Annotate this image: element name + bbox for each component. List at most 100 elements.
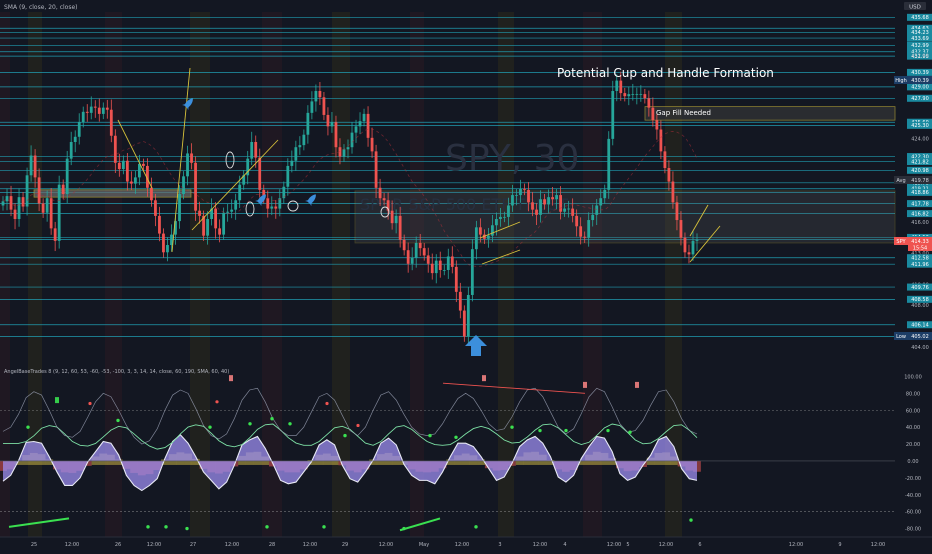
candle-body	[382, 198, 386, 201]
candle-body	[430, 263, 434, 274]
osc-axis-label: 40.00	[906, 425, 920, 431]
candle-body	[679, 220, 683, 238]
time-axis-label: 6	[698, 542, 701, 548]
time-axis-label: 9	[838, 542, 841, 548]
candle-body	[575, 215, 579, 227]
time-axis-label: 27	[190, 542, 196, 548]
candle-body	[350, 132, 354, 148]
price-axis-label: 418.86	[911, 190, 929, 196]
price-axis-label: 433.69	[911, 36, 929, 42]
rocket-icon	[305, 194, 316, 207]
candle-body	[121, 160, 125, 170]
candle-body	[254, 141, 258, 158]
svg-text:15:54: 15:54	[913, 246, 927, 252]
price-axis-label: 425.30	[911, 123, 929, 129]
candle-body	[306, 112, 310, 135]
candle-body	[579, 226, 583, 237]
candle-body	[214, 208, 218, 229]
signal-dot	[322, 525, 326, 529]
candle-body	[274, 206, 278, 209]
candle-body	[230, 209, 234, 212]
candle-body	[370, 137, 374, 152]
chart-canvas[interactable]: SPY, 30 SPDR S&P 500 ETF TRUST 100.0080.…	[0, 0, 932, 550]
candle-body	[627, 94, 631, 97]
candle-body	[89, 106, 93, 113]
candle-body	[109, 109, 113, 136]
candle-body	[142, 163, 145, 166]
candle-body	[258, 157, 262, 190]
signal-marker	[482, 375, 486, 382]
candle-body	[619, 80, 623, 94]
candle-body	[250, 141, 254, 159]
svg-text:SPY: SPY	[896, 239, 906, 245]
candle-body	[450, 256, 454, 267]
candle-body	[659, 129, 663, 152]
candle-body	[687, 252, 691, 255]
candle-body	[474, 227, 478, 250]
candle-body	[113, 135, 117, 163]
signal-dot	[325, 401, 329, 406]
trading-chart[interactable]: SPY, 30 SPDR S&P 500 ETF TRUST 100.00 80.…	[0, 0, 932, 550]
osc-axis-label: 80.00	[906, 391, 920, 397]
price-axis-label: 424.00	[911, 137, 929, 143]
candle-body	[595, 205, 599, 215]
candle-body	[535, 209, 538, 215]
candle-body	[222, 212, 226, 235]
signal-marker	[55, 397, 59, 404]
candle-body	[81, 111, 85, 123]
oscillator-label[interactable]: AngelBaseTrades 8 (9, 12, 60, 53, -60, -…	[4, 369, 229, 375]
candle-body	[53, 228, 57, 241]
candle-body	[366, 113, 370, 138]
candle-body	[270, 206, 274, 209]
time-axis-label: 3	[498, 542, 501, 548]
candle-body	[615, 80, 619, 92]
price-axis-label: 408.00	[911, 303, 929, 309]
candle-body	[73, 136, 77, 142]
currency-label[interactable]: USD	[909, 5, 921, 11]
candle-body	[298, 145, 302, 148]
candle-body	[527, 189, 530, 203]
candle-body	[362, 113, 366, 122]
osc-axis-label: 0.00	[907, 459, 918, 465]
candle-body	[547, 197, 550, 205]
candle-body	[555, 195, 558, 200]
candle-body	[198, 210, 201, 216]
candle-body	[65, 158, 69, 195]
time-axis-label: 12:00	[533, 542, 547, 548]
price-axis-label: 416.82	[911, 211, 929, 217]
signal-dot	[248, 422, 252, 426]
candle-body	[326, 114, 330, 127]
circle-marker	[225, 151, 235, 169]
candle-body	[523, 188, 526, 190]
time-axis-label: 12:00	[379, 542, 393, 548]
watermark: SPY, 30	[445, 138, 579, 179]
osc-axis-label: -60.00	[905, 510, 921, 516]
gap-fill-label: Gap Fill Needed	[656, 109, 711, 117]
time-axis-label: 12:00	[871, 542, 885, 548]
candle-body	[162, 233, 165, 253]
candle-body	[194, 162, 197, 211]
candle-body	[286, 165, 290, 187]
candle-body	[655, 120, 659, 130]
svg-text:430.39: 430.39	[911, 78, 929, 84]
svg-text:Avg: Avg	[896, 178, 905, 184]
osc-axis-label: -80.00	[905, 527, 921, 533]
candle-body	[539, 199, 542, 215]
candle-body	[45, 198, 49, 213]
signal-dot	[215, 400, 219, 404]
indicator-label-top[interactable]: SMA (9, close, 20, close)	[4, 4, 77, 11]
candle-body	[49, 198, 53, 229]
osc-axis-label: 100.00	[904, 374, 922, 380]
candle-body	[37, 177, 41, 204]
candle-body	[418, 242, 422, 249]
candle-body	[611, 91, 615, 139]
candle-body	[599, 198, 603, 206]
candle-body	[503, 216, 506, 218]
candle-body	[683, 237, 687, 253]
candle-body	[507, 205, 510, 217]
candle-body	[378, 187, 382, 199]
svg-text:High: High	[895, 78, 907, 84]
candle-body	[695, 239, 699, 241]
candle-body	[61, 184, 65, 195]
candle-body	[374, 151, 378, 188]
